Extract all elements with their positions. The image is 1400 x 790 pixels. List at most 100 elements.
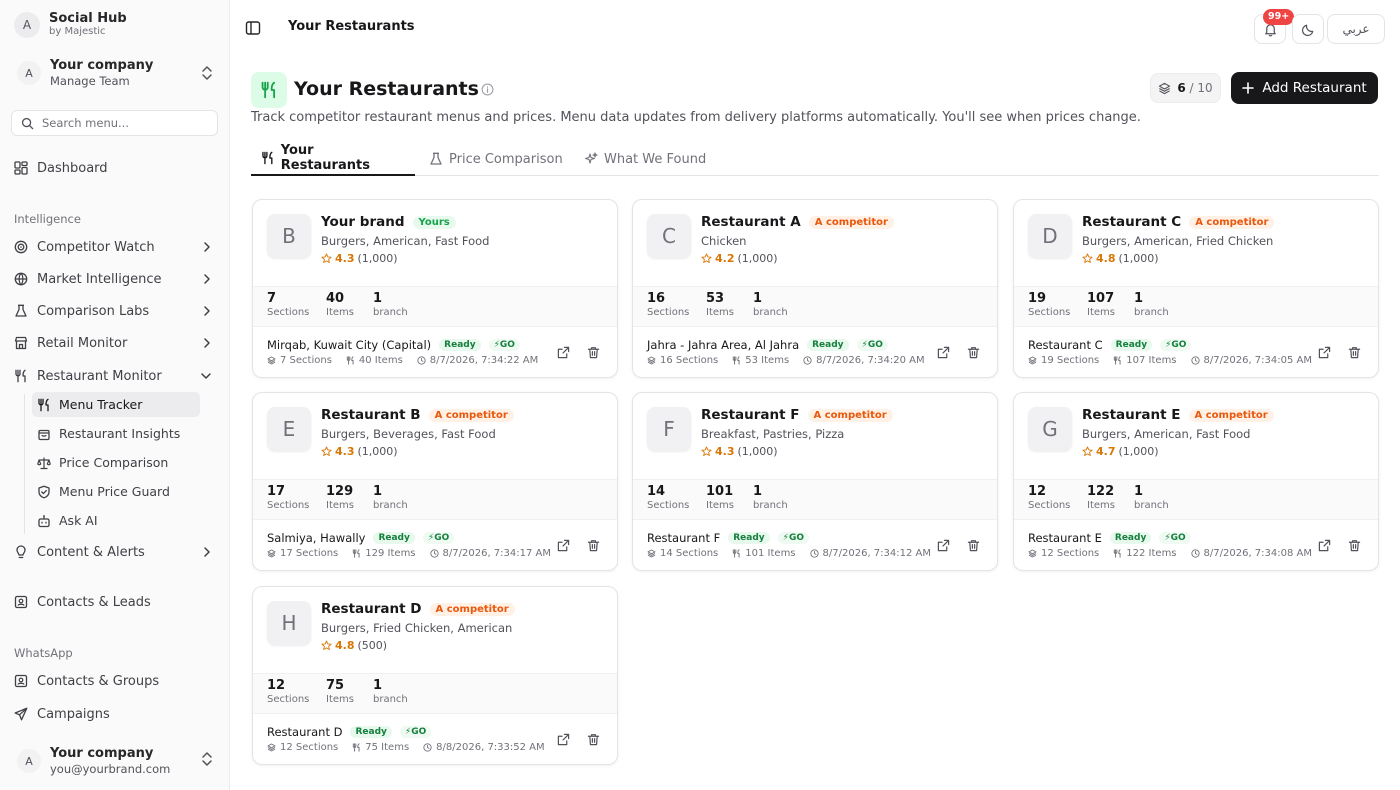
stat-branch-label: branch: [1134, 500, 1169, 511]
restaurant-card[interactable]: D Restaurant C A competitor Burgers, Ame…: [1013, 199, 1379, 378]
brand[interactable]: A Social Hub by Majestic: [14, 11, 127, 38]
search-input[interactable]: Search menu...: [11, 110, 218, 136]
stat-sections-label: Sections: [647, 307, 690, 318]
sidebar-subitem-price-comparison[interactable]: Price Comparison: [32, 450, 200, 475]
utensils-icon: [346, 356, 354, 365]
branch-row: Restaurant F Ready ⚡GO: [647, 531, 810, 545]
external-link-icon[interactable]: [557, 733, 570, 746]
sidebar-item-comparison-labs[interactable]: Comparison Labs: [8, 297, 220, 325]
ready-badge: Ready: [439, 339, 481, 351]
sidebar-item-retail-monitor[interactable]: Retail Monitor: [8, 329, 220, 357]
stat-items-label: Items: [326, 307, 354, 318]
restaurant-rating: 4.8 (500): [321, 639, 387, 652]
restaurant-card[interactable]: F Restaurant F A competitor Breakfast, P…: [632, 392, 998, 571]
sidebar-item-contacts-groups[interactable]: Contacts & Groups: [8, 667, 220, 695]
trash-icon[interactable]: [967, 346, 980, 359]
tab-your-restaurants[interactable]: Your Restaurants: [251, 143, 415, 176]
chevrons-up-down-icon: [202, 752, 212, 766]
restaurant-cuisine: Burgers, American, Fast Food: [1082, 427, 1251, 441]
sidebar-subitem-menu-tracker[interactable]: Menu Tracker: [32, 392, 200, 417]
sidebar-item-competitor-watch[interactable]: Competitor Watch: [8, 233, 220, 261]
sidebar-item-content-alerts[interactable]: Content & Alerts: [8, 538, 220, 566]
stat-branch-value: 1: [753, 484, 763, 499]
external-link-icon[interactable]: [1318, 539, 1331, 552]
meta-updated: 8/7/2026, 7:34:08 AM: [1203, 548, 1312, 559]
sidebar: A Social Hub by Majestic A Your company …: [0, 0, 230, 790]
chevron-right-icon: [204, 547, 210, 557]
utensils-icon: [353, 743, 360, 752]
layers-icon: [267, 356, 276, 365]
external-link-icon[interactable]: [557, 539, 570, 552]
company-avatar: A: [17, 61, 41, 85]
stat-branch-value: 1: [753, 291, 763, 306]
search-icon: [21, 117, 34, 129]
rating-value: 4.3: [335, 445, 355, 458]
meta-updated: 8/7/2026, 7:34:17 AM: [442, 548, 551, 559]
sidebar-item-dashboard[interactable]: Dashboard: [8, 154, 220, 182]
tab-price-comparison[interactable]: Price Comparison: [419, 146, 573, 176]
rating-count: (1,000): [737, 445, 778, 458]
trash-icon[interactable]: [587, 733, 600, 746]
restaurant-card[interactable]: H Restaurant D A competitor Burgers, Fri…: [252, 586, 618, 765]
branch-location: Restaurant D: [267, 725, 343, 739]
platform-go-badge: ⚡GO: [1159, 532, 1191, 544]
rating-value: 4.8: [335, 639, 355, 652]
user-menu[interactable]: A Your company you@yourbrand.com: [10, 740, 220, 782]
chevron-down-icon: [201, 373, 211, 379]
external-link-icon[interactable]: [557, 346, 570, 359]
sidebar-subitem-restaurant-insights[interactable]: Restaurant Insights: [32, 421, 200, 446]
restaurant-count-badge: 6 / 10: [1150, 73, 1221, 103]
sidebar-subitem-menu-price-guard[interactable]: Menu Price Guard: [32, 479, 200, 504]
stat-branch: 1 branch: [753, 484, 788, 512]
sidebar-item-campaigns[interactable]: Campaigns: [8, 700, 220, 728]
sparkles-icon: [584, 152, 598, 164]
add-restaurant-label: Add Restaurant: [1262, 80, 1367, 96]
external-link-icon[interactable]: [937, 346, 950, 359]
restaurant-stats: 19 Sections 107 Items 1 branch: [1014, 286, 1378, 327]
trash-icon[interactable]: [1348, 539, 1361, 552]
restaurant-card[interactable]: E Restaurant B A competitor Burgers, Bev…: [252, 392, 618, 571]
sidebar-item-restaurant-monitor[interactable]: Restaurant Monitor: [8, 362, 220, 390]
stat-sections-value: 7: [267, 291, 277, 306]
stat-sections: 19 Sections: [1028, 291, 1070, 319]
restaurant-card[interactable]: G Restaurant E A competitor Burgers, Ame…: [1013, 392, 1379, 571]
language-switch-button[interactable]: عربي: [1327, 14, 1385, 44]
stat-sections-value: 12: [267, 678, 286, 693]
stat-sections: 12 Sections: [1028, 484, 1070, 512]
sidebar-subitem-label: Restaurant Insights: [59, 426, 181, 441]
utensils-icon: [353, 549, 360, 558]
platform-go-label: GO: [434, 533, 450, 543]
sidebar-subitem-ask-ai[interactable]: Ask AI: [32, 508, 200, 533]
sidebar-item-label: Contacts & Groups: [37, 673, 160, 689]
meta-sections: 7 Sections: [280, 355, 332, 366]
info-icon[interactable]: [481, 83, 494, 96]
branch-location: Jahra - Jahra Area, Al Jahra: [647, 338, 800, 352]
restaurant-stats: 7 Sections 40 Items 1 branch: [253, 286, 617, 327]
stat-sections-label: Sections: [647, 500, 690, 511]
external-link-icon[interactable]: [937, 539, 950, 552]
meta-sections: 19 Sections: [1041, 355, 1100, 366]
trash-icon[interactable]: [587, 539, 600, 552]
top-bar: Your Restaurants: [230, 0, 1400, 56]
sidebar-subitem-label: Menu Price Guard: [59, 484, 170, 499]
tab-what-we-found[interactable]: What We Found: [574, 146, 716, 176]
trash-icon[interactable]: [587, 346, 600, 359]
stat-branch-value: 1: [373, 678, 383, 693]
sidebar-item-market-intelligence[interactable]: Market Intelligence: [8, 265, 220, 293]
meta-items: 75 Items: [365, 742, 410, 753]
restaurant-card[interactable]: B Your brand Yours Burgers, American, Fa…: [252, 199, 618, 378]
theme-toggle-button[interactable]: [1292, 14, 1324, 44]
external-link-icon[interactable]: [1318, 346, 1331, 359]
company-switcher[interactable]: A Your company Manage Team: [10, 54, 220, 92]
trash-icon[interactable]: [1348, 346, 1361, 359]
stat-branch-label: branch: [373, 307, 408, 318]
restaurant-card[interactable]: C Restaurant A A competitor Chicken 4.2 …: [632, 199, 998, 378]
sidebar-item-contacts-leads[interactable]: Contacts & Leads: [8, 588, 220, 616]
stat-sections-value: 12: [1028, 484, 1047, 499]
trash-icon[interactable]: [967, 539, 980, 552]
add-restaurant-button[interactable]: Add Restaurant: [1231, 72, 1378, 104]
rating-count: (1,000): [737, 252, 778, 265]
utensils-icon: [733, 549, 740, 558]
branch-location: Restaurant F: [647, 531, 721, 545]
sidebar-toggle-icon[interactable]: [245, 20, 261, 36]
